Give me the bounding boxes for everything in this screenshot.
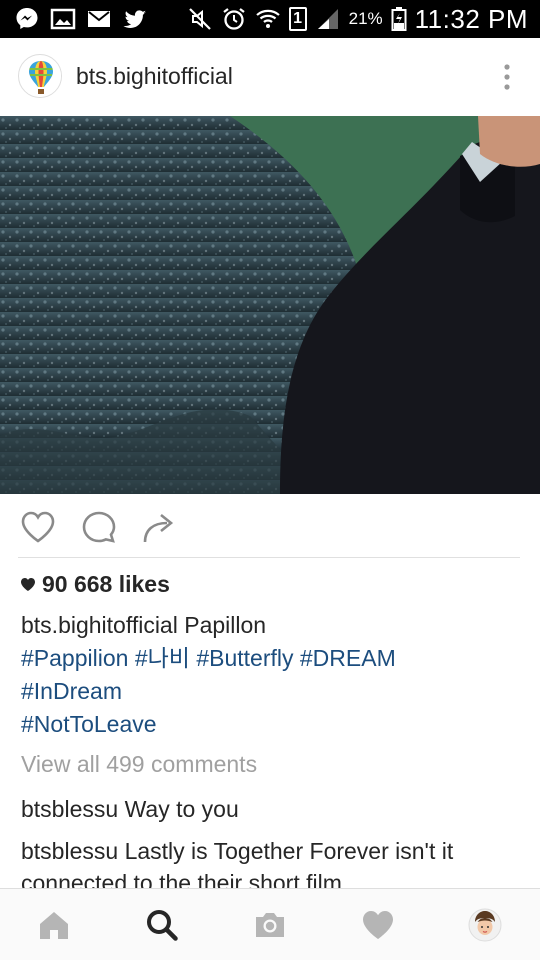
battery-percent: 21% (348, 9, 383, 28)
post-actions (0, 494, 540, 558)
hashtag-link[interactable]: #Butterfly (196, 645, 293, 671)
divider (18, 557, 520, 558)
hashtag-link[interactable]: #나비 (135, 645, 190, 671)
clock: 11:32 PM (414, 3, 528, 34)
photo-image (0, 116, 540, 494)
hashtags-line-3: #NotToLeave (21, 708, 521, 741)
messenger-icon (16, 8, 38, 29)
hot-air-balloon-logo (20, 56, 61, 97)
more-options-icon[interactable] (500, 62, 514, 92)
twitter-icon (123, 10, 146, 28)
hashtags-line-1: #Pappilion #나비 #Butterfly #DREAM (21, 642, 521, 675)
comment-icon[interactable] (81, 510, 117, 544)
comment-username[interactable]: btsblessu (21, 838, 118, 864)
home-icon[interactable] (36, 907, 72, 943)
comment-item: btsblessu Way to you (21, 793, 521, 825)
status-bar: 1 21% 11:32 PM (0, 0, 540, 38)
signal-icon (317, 9, 338, 29)
likes-label: 90 668 likes (42, 571, 170, 597)
alarm-icon (222, 8, 245, 30)
post-header: bts.bighitofficial (0, 38, 540, 116)
post-photo[interactable] (0, 116, 540, 494)
hashtag-link[interactable]: #InDream (21, 678, 122, 704)
heart-filled-icon (21, 578, 35, 591)
comment-username[interactable]: btsblessu (21, 796, 118, 822)
profile-avatar[interactable] (18, 54, 62, 98)
view-all-comments-link[interactable]: View all 499 comments (21, 751, 257, 778)
sim-icon: 1 (288, 7, 307, 31)
post-username[interactable]: bts.bighitofficial (76, 63, 233, 90)
bottom-nav (0, 888, 540, 960)
profile-avatar[interactable] (467, 907, 503, 943)
gallery-icon (50, 8, 76, 30)
battery-icon (391, 7, 407, 31)
mail-icon (88, 11, 110, 27)
wifi-icon (255, 9, 280, 28)
likes-count[interactable]: 90 668 likes (20, 571, 170, 598)
post-caption: bts.bighitofficial Papillon #Pappilion #… (21, 609, 521, 741)
heart-icon[interactable] (20, 510, 56, 544)
hashtag-link[interactable]: #Pappilion (21, 645, 128, 671)
comment-text: Way to you (124, 796, 239, 822)
activity-heart-icon[interactable] (360, 907, 396, 943)
mute-icon (188, 8, 211, 30)
hashtag-link[interactable]: #NotToLeave (21, 711, 157, 737)
camera-icon[interactable] (252, 907, 288, 943)
hashtag-link[interactable]: #DREAM (300, 645, 396, 671)
search-icon[interactable] (144, 907, 180, 943)
caption-username[interactable]: bts.bighitofficial (21, 612, 178, 638)
share-icon[interactable] (141, 510, 177, 544)
caption-text: Papillon (184, 612, 267, 638)
hashtags-line-2: #InDream (21, 675, 521, 708)
